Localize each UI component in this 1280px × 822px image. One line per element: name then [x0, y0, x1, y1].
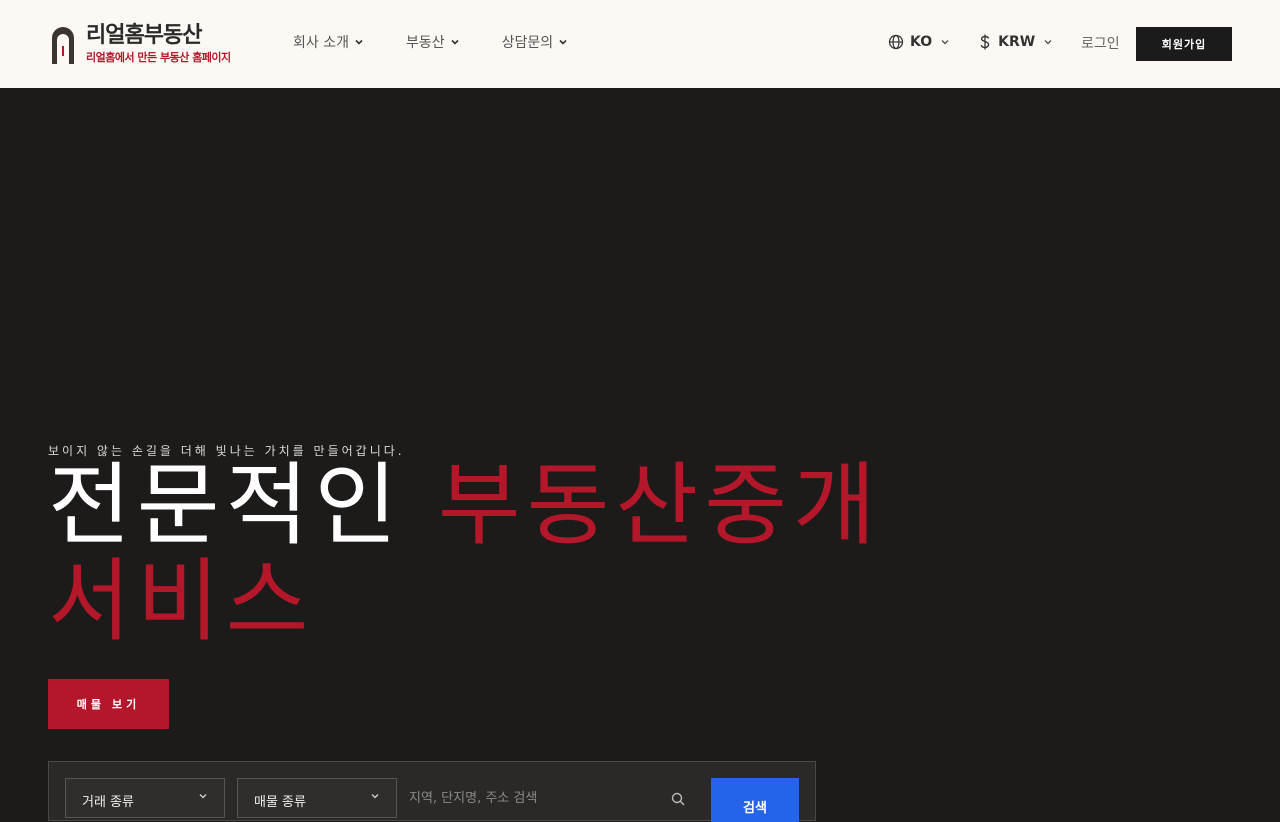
headline-red-part-2: 서비스: [48, 549, 315, 654]
currency-label: KRW: [998, 34, 1036, 50]
utility-menu: KO KRW: [888, 34, 1081, 50]
search-panel: 거래 종류 매물 종류 검색: [48, 761, 816, 822]
nav-item-label: 부동산: [405, 35, 445, 51]
globe-icon: [888, 34, 904, 50]
chevron-down-icon: [355, 39, 363, 45]
search-button[interactable]: 검색: [711, 778, 799, 822]
logo-door-icon: [50, 26, 76, 64]
headline-white-part: 전문적인: [48, 453, 438, 558]
nav-item-consultation[interactable]: 상담문의: [502, 32, 569, 52]
site-header: 리얼홈부동산 리얼홈에서 만든 부동산 홈페이지 회사 소개 부동산 상담문의 …: [0, 0, 1280, 88]
signup-button[interactable]: 회원가입: [1136, 27, 1232, 61]
property-type-select[interactable]: 매물 종류: [237, 778, 397, 818]
main-nav: 회사 소개 부동산 상담문의: [293, 32, 610, 52]
nav-item-real-estate[interactable]: 부동산: [406, 32, 460, 52]
search-input[interactable]: [409, 778, 699, 818]
hero-section: 보이지 않는 손길을 더해 빛나는 가치를 만들어갑니다. 전문적인 부동산중개…: [0, 88, 1280, 822]
logo-subtitle: 리얼홈에서 만든 부동산 홈페이지: [86, 51, 231, 64]
logo[interactable]: 리얼홈부동산 리얼홈에서 만든 부동산 홈페이지: [50, 22, 250, 68]
hero-headline: 전문적인 부동산중개 서비스: [48, 458, 1048, 650]
logo-title: 리얼홈부동산: [86, 23, 202, 48]
chevron-down-icon: [559, 39, 567, 45]
nav-item-label: 회사 소개: [293, 35, 349, 51]
chevron-down-icon: [451, 39, 459, 45]
search-icon[interactable]: [671, 792, 685, 806]
chevron-down-icon: [941, 40, 949, 45]
deal-type-select[interactable]: 거래 종류: [65, 778, 225, 818]
language-label: KO: [910, 34, 933, 50]
currency-selector[interactable]: KRW: [978, 34, 1053, 50]
nav-item-about[interactable]: 회사 소개: [293, 32, 364, 52]
login-link[interactable]: 로그인: [1081, 33, 1120, 53]
chevron-down-icon: [1044, 40, 1052, 45]
view-listings-button[interactable]: 매물 보기: [48, 679, 169, 729]
headline-red-part-1: 부동산중개: [437, 453, 882, 558]
deal-type-value: 거래 종류: [82, 795, 134, 810]
language-selector[interactable]: KO: [888, 34, 950, 50]
dollar-icon: [980, 34, 990, 50]
property-type-value: 매물 종류: [254, 795, 306, 810]
nav-item-label: 상담문의: [501, 35, 554, 51]
